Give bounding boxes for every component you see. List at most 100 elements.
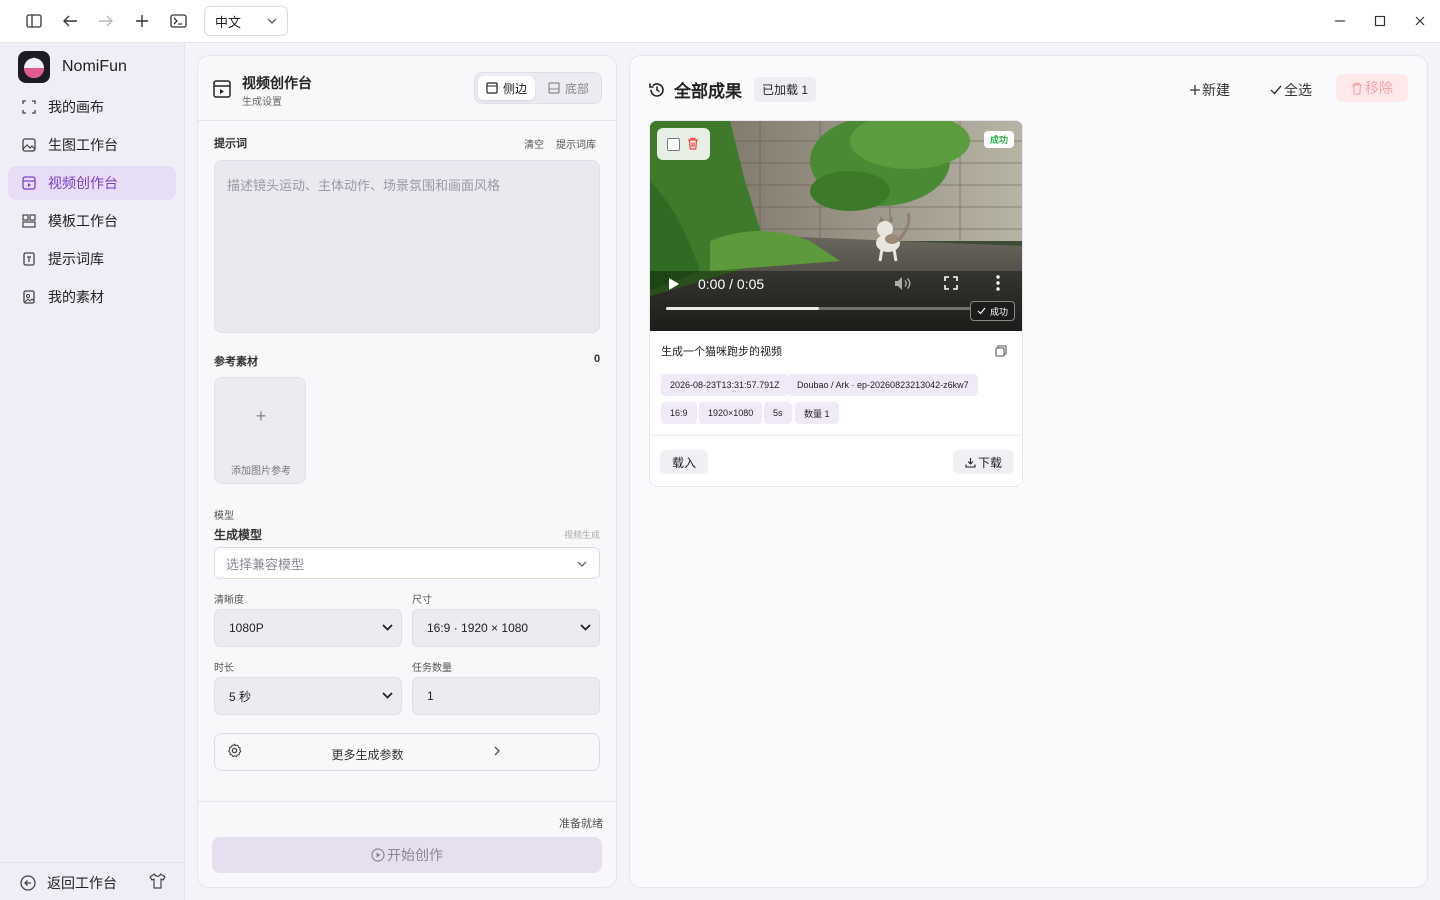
sidebar-item-image[interactable]: 生图工作台 bbox=[8, 128, 176, 162]
image-icon bbox=[21, 137, 37, 153]
back-arrow-icon[interactable] bbox=[58, 10, 82, 32]
panel-footer: 准备就绪 开始创作 bbox=[198, 801, 616, 887]
remove-label: 移除 bbox=[1365, 80, 1393, 96]
clear-prompt-button[interactable]: 清空 bbox=[524, 136, 544, 151]
back-to-workbench-button[interactable]: 返回工作台 bbox=[20, 873, 117, 893]
select-checkbox[interactable] bbox=[667, 138, 680, 151]
delete-trash-icon[interactable] bbox=[687, 137, 699, 150]
sidebar-item-template[interactable]: 模板工作台 bbox=[8, 204, 176, 238]
layout-bottom-label: 底部 bbox=[565, 81, 590, 96]
chevron-down-icon bbox=[382, 691, 393, 700]
sidebar-item-assets[interactable]: 我的素材 bbox=[8, 280, 176, 314]
app-logo bbox=[18, 51, 50, 83]
assets-icon bbox=[21, 289, 37, 305]
results-panel: 全部成果 已加载 1 新建 全选 移除 成功 0:00 / 0:05 成功 生成… bbox=[629, 55, 1428, 888]
theme-shirt-icon[interactable] bbox=[149, 873, 166, 889]
prompt-label: 提示词 bbox=[214, 138, 247, 150]
download-label: 下载 bbox=[978, 455, 1003, 470]
more-params-button[interactable]: 更多生成参数 bbox=[214, 733, 600, 771]
chevron-down-icon bbox=[382, 623, 393, 632]
brand-name: NomiFun bbox=[62, 58, 127, 75]
video-progress[interactable] bbox=[666, 307, 971, 310]
results-header: 全部成果 已加载 1 bbox=[648, 77, 817, 102]
maximize-icon[interactable] bbox=[1368, 10, 1392, 32]
task-count-label: 任务数量 bbox=[412, 663, 452, 674]
new-button[interactable]: 新建 bbox=[1190, 80, 1230, 100]
start-create-button[interactable]: 开始创作 bbox=[212, 837, 602, 873]
more-vertical-icon[interactable] bbox=[996, 275, 1000, 291]
chevron-down-icon bbox=[577, 560, 587, 568]
title-bar: 中文 bbox=[0, 0, 1440, 43]
resolution-select[interactable]: 1080P bbox=[214, 609, 402, 647]
status-badge: 成功 bbox=[983, 131, 1014, 148]
close-icon[interactable] bbox=[1408, 10, 1432, 32]
prompt-input[interactable]: 描述镜头运动、主体动作、场景氛围和画面风格 bbox=[214, 160, 600, 333]
history-icon bbox=[648, 81, 666, 99]
play-icon[interactable] bbox=[668, 277, 680, 291]
reference-count: 0 bbox=[594, 353, 601, 365]
video-icon bbox=[21, 175, 37, 191]
side-layout-icon bbox=[486, 82, 498, 94]
resolution-label: 清晰度 bbox=[214, 595, 244, 606]
download-button[interactable]: 下载 bbox=[953, 450, 1015, 474]
volume-icon[interactable] bbox=[894, 276, 911, 291]
load-button[interactable]: 载入 bbox=[660, 450, 709, 474]
check-icon bbox=[977, 307, 986, 315]
brand: NomiFun bbox=[18, 51, 127, 83]
start-create-label: 开始创作 bbox=[387, 847, 443, 863]
remove-button[interactable]: 移除 bbox=[1336, 74, 1408, 102]
fullscreen-icon[interactable] bbox=[944, 276, 958, 290]
prompt-library-button[interactable]: 提示词库 bbox=[556, 136, 596, 151]
new-label: 新建 bbox=[1202, 82, 1230, 98]
size-select[interactable]: 16:9 · 1920 × 1080 bbox=[412, 609, 600, 647]
tag-timestamp: 2026-08-23T13:31:57.791Z bbox=[661, 374, 789, 396]
check-icon bbox=[1270, 85, 1282, 95]
back-label: 返回工作台 bbox=[47, 875, 117, 891]
sidebar-toggle-icon[interactable] bbox=[22, 10, 46, 32]
more-params-label: 更多生成参数 bbox=[331, 748, 404, 762]
video-controls: 0:00 / 0:05 成功 bbox=[650, 261, 1022, 331]
layout-side-label: 侧边 bbox=[503, 81, 528, 96]
canvas-icon bbox=[21, 99, 37, 115]
model-section-label: 模型 bbox=[214, 511, 234, 522]
plus-icon[interactable] bbox=[130, 10, 154, 32]
model-label: 生成模型 bbox=[214, 528, 263, 542]
tag-model: Doubao / Ark · ep-20260823213042-z6kw7 bbox=[788, 374, 978, 396]
results-title: 全部成果 bbox=[674, 82, 742, 101]
copy-icon[interactable] bbox=[995, 345, 1007, 357]
sidebar-item-canvas[interactable]: 我的画布 bbox=[8, 90, 176, 124]
load-label: 载入 bbox=[672, 455, 697, 470]
download-icon bbox=[965, 457, 976, 468]
video-progress-fill bbox=[666, 307, 819, 310]
video-player[interactable]: 成功 0:00 / 0:05 成功 bbox=[650, 121, 1022, 331]
minimize-icon[interactable] bbox=[1328, 10, 1352, 32]
model-select[interactable]: 选择兼容模型 bbox=[214, 547, 600, 579]
plus-icon: + bbox=[255, 406, 267, 426]
video-icon bbox=[213, 80, 231, 98]
panel-header: 视频创作台 生成设置 侧边 底部 bbox=[198, 56, 616, 121]
select-all-label: 全选 bbox=[1284, 82, 1312, 98]
layout-bottom-button[interactable]: 底部 bbox=[540, 76, 597, 100]
duration-select[interactable]: 5 秒 bbox=[214, 677, 402, 715]
tag-ratio: 16:9 bbox=[661, 402, 697, 424]
sidebar-item-video[interactable]: 视频创作台 bbox=[8, 166, 176, 200]
plus-icon bbox=[1190, 85, 1200, 95]
sidebar-item-prompts[interactable]: 提示词库 bbox=[8, 242, 176, 276]
sidebar: NomiFun 我的画布 生图工作台 视频创作台 模板工作台 提示词库 我的素材… bbox=[0, 43, 185, 900]
layout-side-button[interactable]: 侧边 bbox=[478, 76, 536, 100]
task-count-input[interactable]: 1 bbox=[412, 677, 600, 715]
chevron-down-icon bbox=[267, 16, 277, 26]
size-value: 16:9 · 1920 × 1080 bbox=[427, 621, 529, 635]
arrow-left-circle-icon bbox=[20, 875, 36, 891]
tag-quantity: 数量 1 bbox=[795, 402, 839, 424]
resolution-value: 1080P bbox=[229, 621, 264, 635]
task-count-value: 1 bbox=[427, 689, 434, 703]
select-all-button[interactable]: 全选 bbox=[1270, 80, 1312, 100]
language-select[interactable]: 中文 bbox=[204, 6, 288, 36]
add-reference-button[interactable]: + 添加图片参考 bbox=[214, 377, 306, 484]
result-card[interactable]: 成功 0:00 / 0:05 成功 生成一个猫咪跑步的视频 2026-08-23… bbox=[649, 120, 1023, 487]
forward-arrow-icon[interactable] bbox=[94, 10, 118, 32]
terminal-icon[interactable] bbox=[166, 10, 190, 32]
sidebar-item-label: 模板工作台 bbox=[48, 213, 118, 229]
status-text: 准备就绪 bbox=[559, 818, 603, 830]
